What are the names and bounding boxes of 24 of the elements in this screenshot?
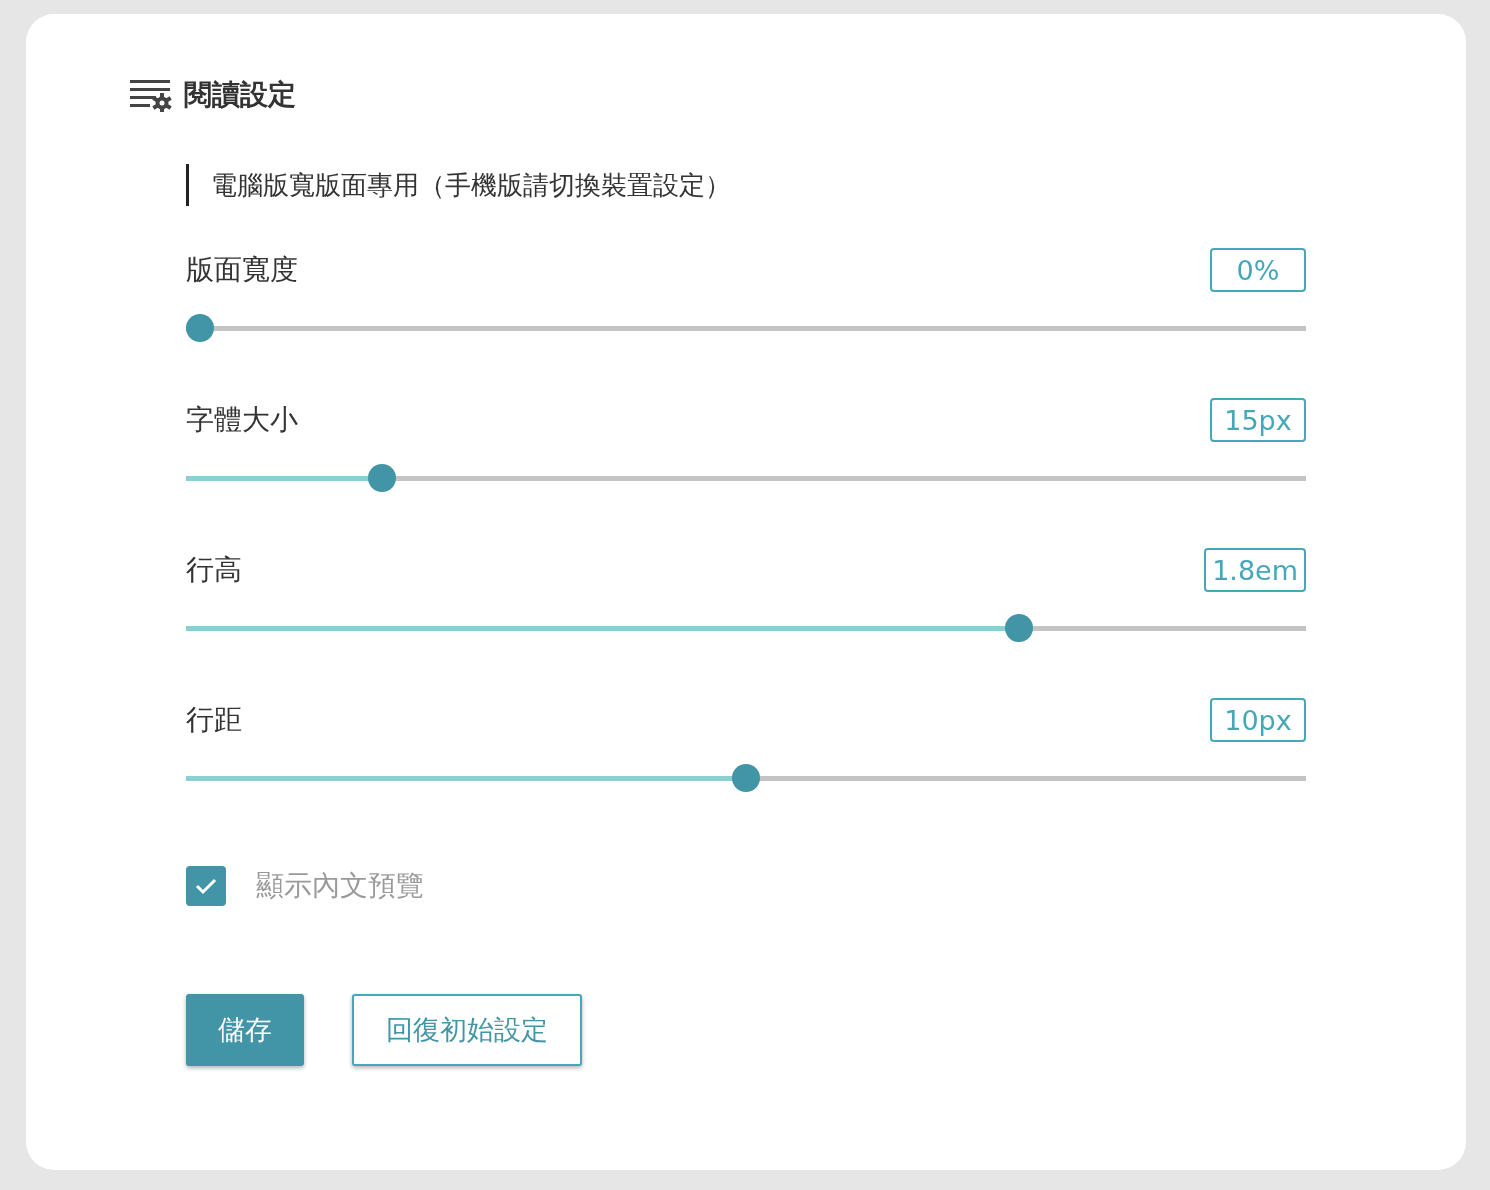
save-button[interactable]: 儲存 [186, 994, 304, 1066]
value-field: 10px [1210, 698, 1306, 742]
slider-thumb[interactable] [186, 314, 214, 342]
check-icon [193, 876, 219, 896]
slider[interactable] [186, 614, 1306, 642]
slider-thumb[interactable] [1005, 614, 1033, 642]
checkbox-label: 顯示內文預覽 [256, 868, 424, 904]
value-field: 15px [1210, 398, 1306, 442]
section-note: 電腦版寬版面專用（手機版請切換裝置設定） [186, 164, 1306, 206]
slider-thumb[interactable] [368, 464, 397, 492]
panel-title: 閱讀設定 [184, 77, 296, 113]
checkbox[interactable] [186, 866, 226, 906]
slider-label: 行距 [186, 702, 242, 738]
slider-label: 字體大小 [186, 402, 298, 438]
slider-thumb[interactable] [732, 764, 760, 792]
slider[interactable] [186, 314, 1306, 342]
settings-list-icon [130, 78, 172, 112]
reset-button[interactable]: 回復初始設定 [352, 994, 582, 1066]
slider-label: 版面寬度 [186, 252, 298, 288]
slider[interactable] [186, 464, 1306, 492]
value-field: 0% [1210, 248, 1306, 292]
slider-label: 行高 [186, 552, 242, 588]
slider[interactable] [186, 764, 1306, 792]
value-field: 1.8em [1204, 548, 1306, 592]
